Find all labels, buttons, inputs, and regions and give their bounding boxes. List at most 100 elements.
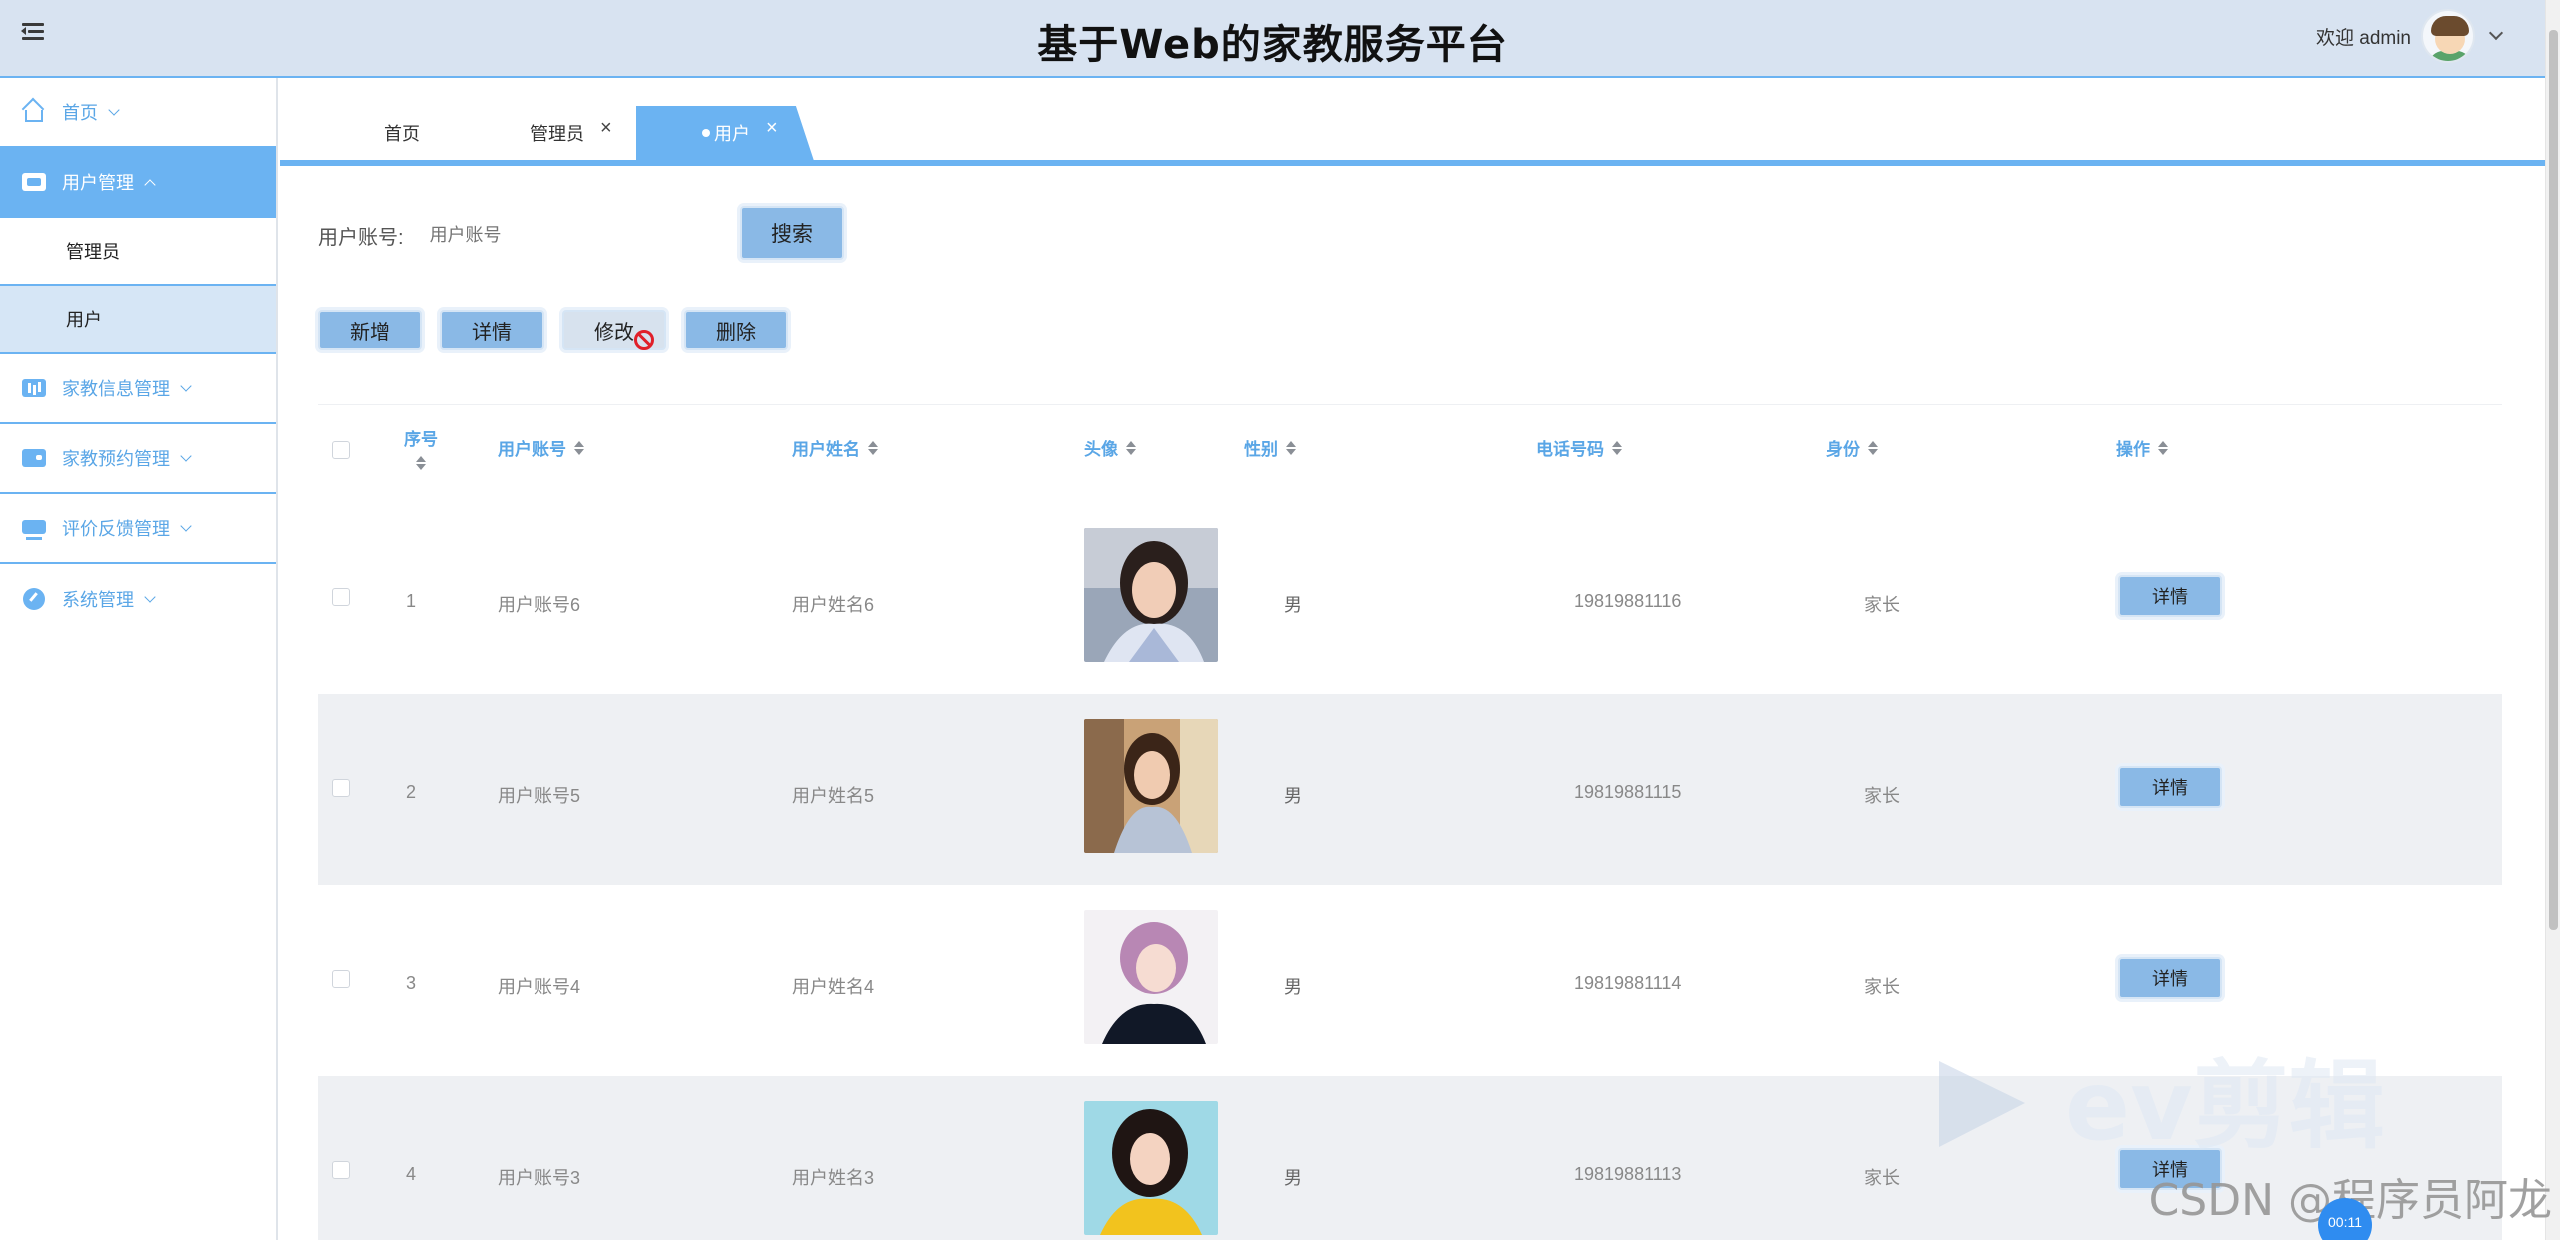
add-button[interactable]: 新增 xyxy=(318,310,422,350)
tab-label: 管理员 xyxy=(530,124,584,144)
page-scrollbar[interactable] xyxy=(2545,0,2560,1240)
chevron-up-icon xyxy=(144,178,156,191)
cell-phone: 19819881115 xyxy=(1574,782,1682,802)
avatar-photo xyxy=(1084,719,1218,853)
sort-icon[interactable] xyxy=(416,456,426,470)
chevron-down-icon xyxy=(180,449,192,462)
edit-button[interactable]: 修改 xyxy=(562,310,666,350)
col-role[interactable]: 身份 xyxy=(1826,435,1878,460)
avatar-photo xyxy=(1084,528,1218,662)
close-icon[interactable]: × xyxy=(766,117,778,140)
sidebar-item-tutor-booking[interactable]: 家教预约管理 xyxy=(0,424,276,494)
table-row: 3 用户账号4 用户姓名4 男 19819881114 家长 详情 xyxy=(318,885,2502,1076)
col-avatar[interactable]: 头像 xyxy=(1084,435,1136,460)
cell-index: 4 xyxy=(406,1164,417,1184)
tab-bar: 首页 管理员 × 用户 × xyxy=(280,80,2545,166)
cell-account: 用户账号6 xyxy=(498,595,581,615)
active-dot-icon xyxy=(702,129,710,137)
col-label: 用户姓名 xyxy=(792,440,860,459)
search-input[interactable] xyxy=(429,213,700,257)
gauge-icon xyxy=(22,588,46,610)
tab-home[interactable]: 首页 xyxy=(384,106,420,160)
cell-account: 用户账号4 xyxy=(498,977,581,997)
sort-icon[interactable] xyxy=(574,440,584,455)
col-label: 用户账号 xyxy=(498,440,566,459)
cell-index: 1 xyxy=(406,591,417,611)
sidebar-item-feedback[interactable]: 评价反馈管理 xyxy=(0,494,276,564)
cell-role: 家长 xyxy=(1864,1168,1900,1188)
col-index[interactable]: 序号 xyxy=(404,425,438,470)
row-checkbox[interactable] xyxy=(332,779,350,797)
user-menu[interactable]: 欢迎 admin xyxy=(2315,8,2504,64)
sort-icon[interactable] xyxy=(1286,440,1296,455)
cell-name: 用户姓名4 xyxy=(792,977,875,997)
tab-label: 首页 xyxy=(384,124,420,144)
row-detail-button[interactable]: 详情 xyxy=(2118,575,2222,617)
col-gender[interactable]: 性别 xyxy=(1244,435,1296,460)
row-detail-button[interactable]: 详情 xyxy=(2118,766,2222,808)
sidebar-item-home[interactable]: 首页 xyxy=(0,78,276,148)
tab-user[interactable]: 用户 × xyxy=(636,106,814,160)
row-detail-button[interactable]: 详情 xyxy=(2118,957,2222,999)
sort-icon[interactable] xyxy=(2158,440,2168,455)
sidebar-subitem-admin[interactable]: 管理员 xyxy=(0,218,276,286)
cell-name: 用户姓名3 xyxy=(792,1168,875,1188)
select-all-checkbox[interactable] xyxy=(332,441,350,459)
scrollbar-thumb[interactable] xyxy=(2549,30,2558,930)
sort-icon[interactable] xyxy=(1126,440,1136,455)
cell-gender: 男 xyxy=(1284,786,1302,806)
sidebar-item-tutor-info[interactable]: 家教信息管理 xyxy=(0,354,276,424)
cell-name: 用户姓名5 xyxy=(792,786,875,806)
chevron-down-icon xyxy=(180,519,192,532)
delete-button[interactable]: 删除 xyxy=(684,310,788,350)
ev-watermark: ev剪辑 xyxy=(1935,1050,2455,1162)
row-checkbox[interactable] xyxy=(332,970,350,988)
table-header: 序号 用户账号 用户姓名 头像 性别 电话号码 身份 操作 xyxy=(318,405,2502,503)
action-toolbar: 新增 详情 修改 删除 xyxy=(318,310,788,350)
sidebar-subitem-user[interactable]: 用户 xyxy=(0,286,276,354)
detail-button[interactable]: 详情 xyxy=(440,310,544,350)
search-button[interactable]: 搜索 xyxy=(740,206,844,260)
cell-index: 3 xyxy=(406,973,417,993)
sidebar-item-user-management[interactable]: 用户管理 xyxy=(0,148,276,218)
edit-button-label: 修改 xyxy=(594,321,634,344)
cell-name: 用户姓名6 xyxy=(792,595,875,615)
cell-gender: 男 xyxy=(1284,595,1302,615)
search-label: 用户账号: xyxy=(318,226,404,249)
chevron-down-icon[interactable] xyxy=(2488,25,2504,41)
chevron-down-icon xyxy=(180,379,192,392)
welcome-text: 欢迎 admin xyxy=(2315,27,2411,49)
close-icon[interactable]: × xyxy=(600,117,612,140)
sidebar-item-label: 评价反馈管理 xyxy=(62,519,170,539)
tab-admin[interactable]: 管理员 × xyxy=(530,106,612,160)
sidebar-item-label: 用户管理 xyxy=(62,173,134,193)
ev-watermark-text: ev剪辑 xyxy=(2065,1055,2385,1155)
avatar-photo xyxy=(1084,910,1218,1044)
col-label: 序号 xyxy=(404,430,438,449)
avatar-photo xyxy=(1084,1101,1218,1235)
row-checkbox[interactable] xyxy=(332,1161,350,1179)
chevron-down-icon xyxy=(144,590,156,603)
col-name[interactable]: 用户姓名 xyxy=(792,435,878,460)
sort-icon[interactable] xyxy=(868,440,878,455)
tab-label: 用户 xyxy=(714,124,750,144)
col-account[interactable]: 用户账号 xyxy=(498,435,584,460)
row-checkbox[interactable] xyxy=(332,588,350,606)
sort-icon[interactable] xyxy=(1868,440,1878,455)
col-label: 性别 xyxy=(1244,440,1278,459)
cell-role: 家长 xyxy=(1864,786,1900,806)
not-allowed-cursor-icon xyxy=(634,330,654,350)
avatar[interactable] xyxy=(2421,9,2475,63)
col-label: 头像 xyxy=(1084,440,1118,459)
user-card-icon xyxy=(22,171,46,193)
sidebar-item-label: 家教信息管理 xyxy=(62,379,170,399)
col-action[interactable]: 操作 xyxy=(2116,435,2168,460)
sidebar-item-system[interactable]: 系统管理 xyxy=(0,564,276,634)
sidebar: 首页 用户管理 管理员 用户 家教信息管理 家教预约管理 评价反馈管理 系统管理 xyxy=(0,78,278,1240)
cell-gender: 男 xyxy=(1284,977,1302,997)
cell-index: 2 xyxy=(406,782,417,802)
cell-role: 家长 xyxy=(1864,977,1900,997)
sort-icon[interactable] xyxy=(1612,440,1622,455)
cell-phone: 19819881114 xyxy=(1574,973,1682,993)
col-phone[interactable]: 电话号码 xyxy=(1536,435,1622,460)
